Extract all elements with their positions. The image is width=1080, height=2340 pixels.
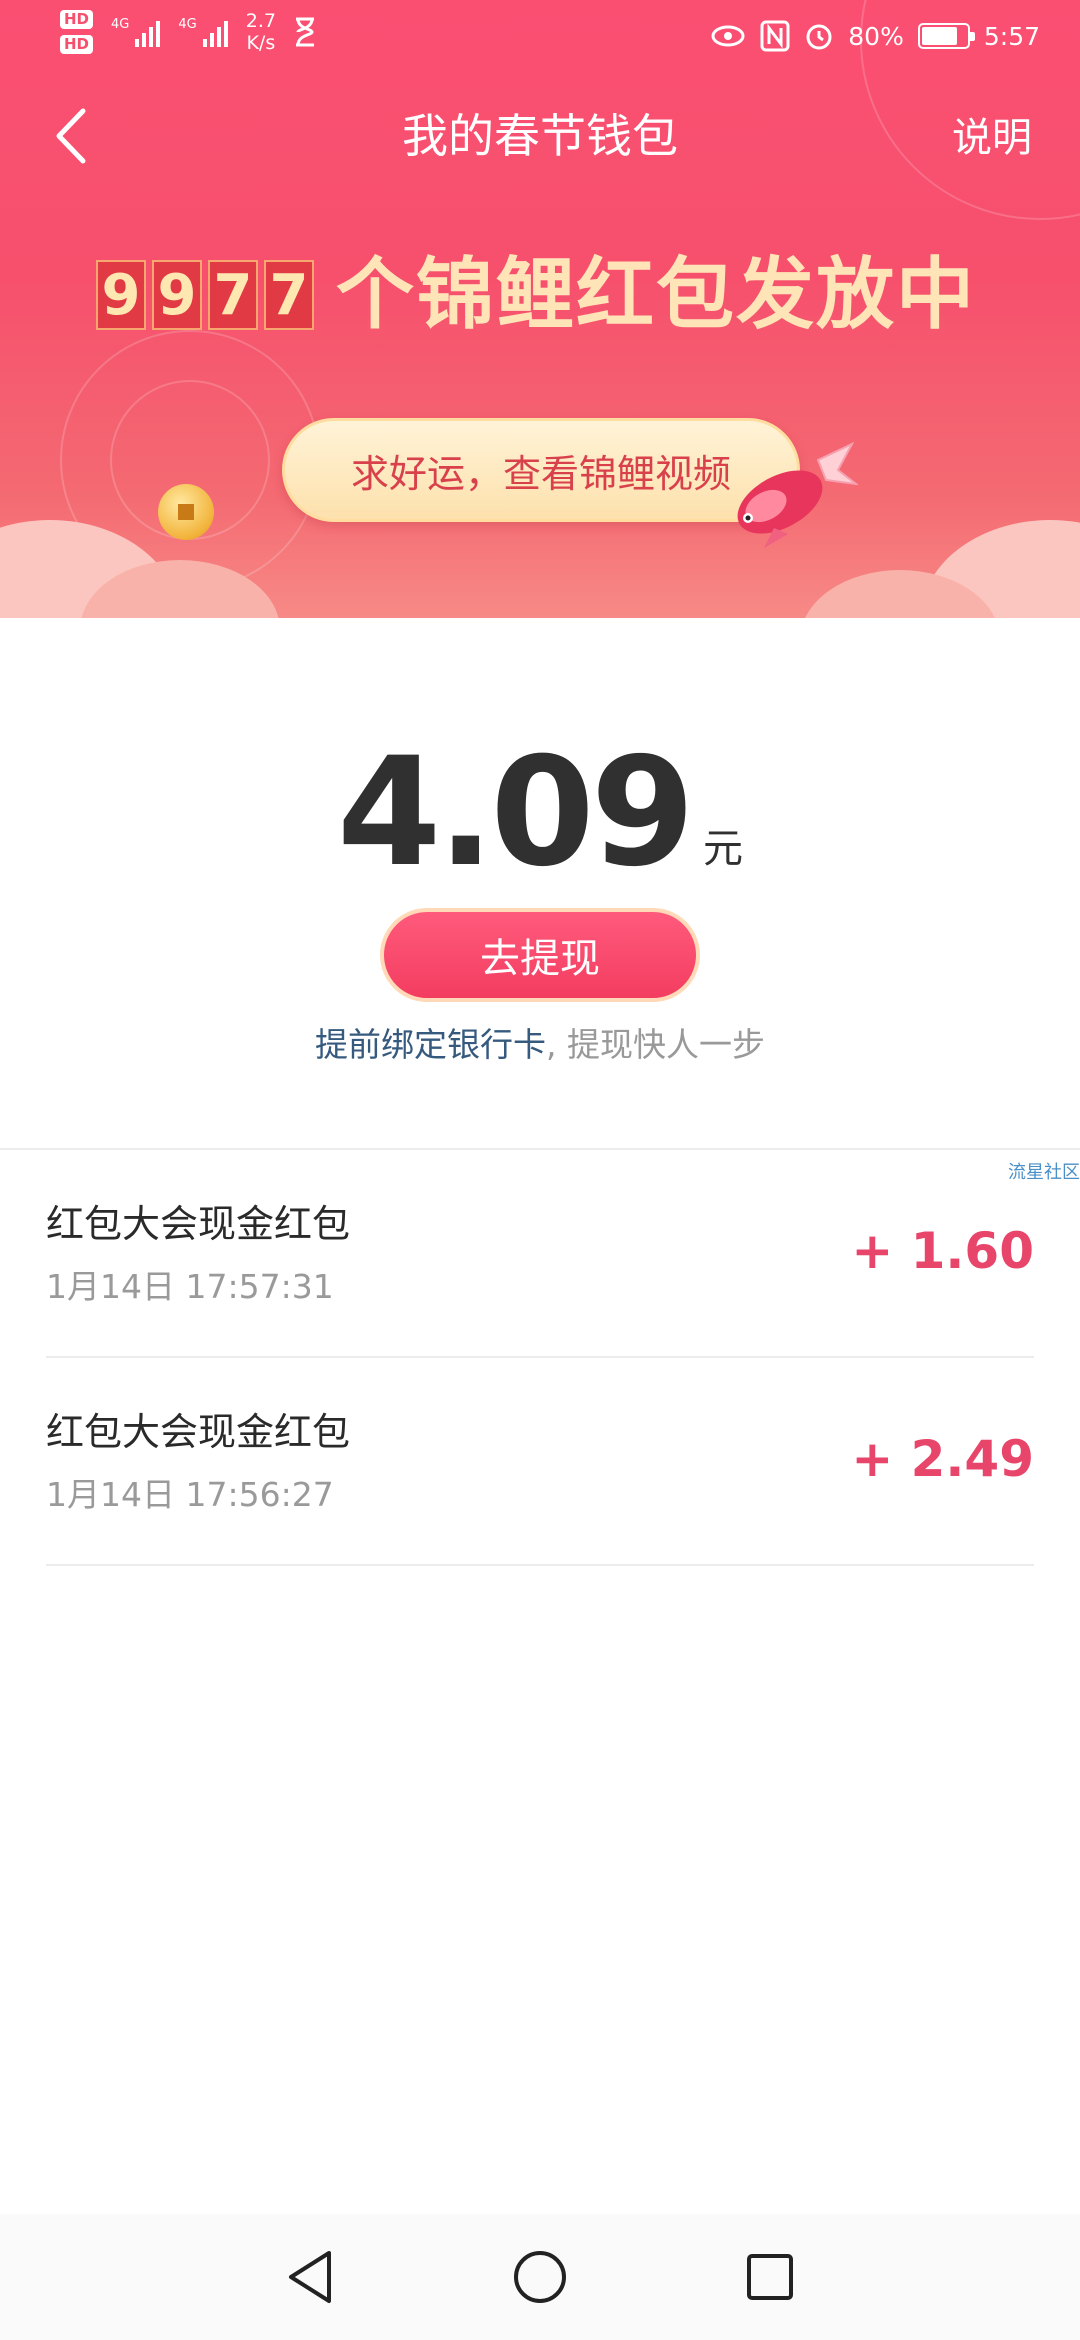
status-bar: HD HD 4G 4G 2.7 K/s 80% 5:57 xyxy=(0,0,1080,76)
koi-fish-icon xyxy=(737,441,858,548)
counter-digits: 9 9 7 7 xyxy=(96,260,314,330)
transaction-list: 红包大会现金红包 1月14日 17:57:31 + 1.60 红包大会现金红包 … xyxy=(0,1150,1080,1566)
header-banner: HD HD 4G 4G 2.7 K/s 80% 5:57 我的春节钱包 说明 9… xyxy=(0,0,1080,618)
eye-icon xyxy=(711,25,745,47)
nfc-icon xyxy=(760,20,790,52)
page-title: 我的春节钱包 xyxy=(402,109,678,163)
help-button[interactable]: 说明 xyxy=(952,108,1032,168)
counter-digit: 9 xyxy=(152,260,202,330)
koi-counter-headline: 9 9 7 7 个锦鲤红包发放中 xyxy=(96,250,976,340)
network-speed: 2.7 K/s xyxy=(245,10,276,54)
withdraw-button[interactable]: 去提现 xyxy=(380,908,700,1002)
square-recents-icon xyxy=(747,2254,793,2300)
bind-bank-card-link[interactable]: 提前绑定银行卡 xyxy=(315,1025,546,1064)
transaction-row[interactable]: 红包大会现金红包 1月14日 17:56:27 + 2.49 xyxy=(46,1358,1034,1566)
counter-digit: 9 xyxy=(96,260,146,330)
transaction-title: 红包大会现金红包 xyxy=(46,1202,351,1246)
counter-digit: 7 xyxy=(208,260,258,330)
triangle-back-icon xyxy=(289,2251,331,2303)
bind-card-tip-text: , 提现快人一步 xyxy=(546,1025,765,1064)
signal-icon: 4G xyxy=(111,17,161,47)
balance-section: 4.09 元 去提现 提前绑定银行卡, 提现快人一步 xyxy=(0,618,1080,1148)
transaction-row[interactable]: 红包大会现金红包 1月14日 17:57:31 + 1.60 xyxy=(46,1150,1034,1358)
hd-badge: HD xyxy=(60,35,94,54)
headline-text: 个锦鲤红包发放中 xyxy=(336,250,977,340)
alarm-icon xyxy=(806,24,832,50)
circle-home-icon xyxy=(514,2251,566,2303)
balance-amount: 4.09 xyxy=(336,726,695,900)
battery-percent: 80% xyxy=(848,21,904,51)
transaction-time: 1月14日 17:57:31 xyxy=(46,1267,334,1306)
bind-card-tip: 提前绑定银行卡, 提现快人一步 xyxy=(0,1020,1080,1070)
hourglass-icon xyxy=(295,17,314,47)
transaction-title: 红包大会现金红包 xyxy=(46,1410,351,1454)
transaction-amount: + 1.60 xyxy=(851,1222,1034,1280)
battery-icon xyxy=(917,23,975,49)
transaction-amount: + 2.49 xyxy=(851,1430,1034,1488)
nav-recents-button[interactable] xyxy=(730,2237,810,2317)
signal-icon: 4G xyxy=(178,17,228,47)
nav-home-button[interactable] xyxy=(500,2237,580,2317)
coin-icon xyxy=(158,484,214,540)
balance-unit: 元 xyxy=(703,826,744,872)
counter-digit: 7 xyxy=(264,260,314,330)
transaction-time: 1月14日 17:56:27 xyxy=(46,1475,334,1514)
clock: 5:57 xyxy=(983,21,1040,51)
nav-back-button[interactable] xyxy=(270,2237,350,2317)
hd-badge: HD xyxy=(60,10,94,29)
system-nav-bar xyxy=(0,2214,1080,2340)
